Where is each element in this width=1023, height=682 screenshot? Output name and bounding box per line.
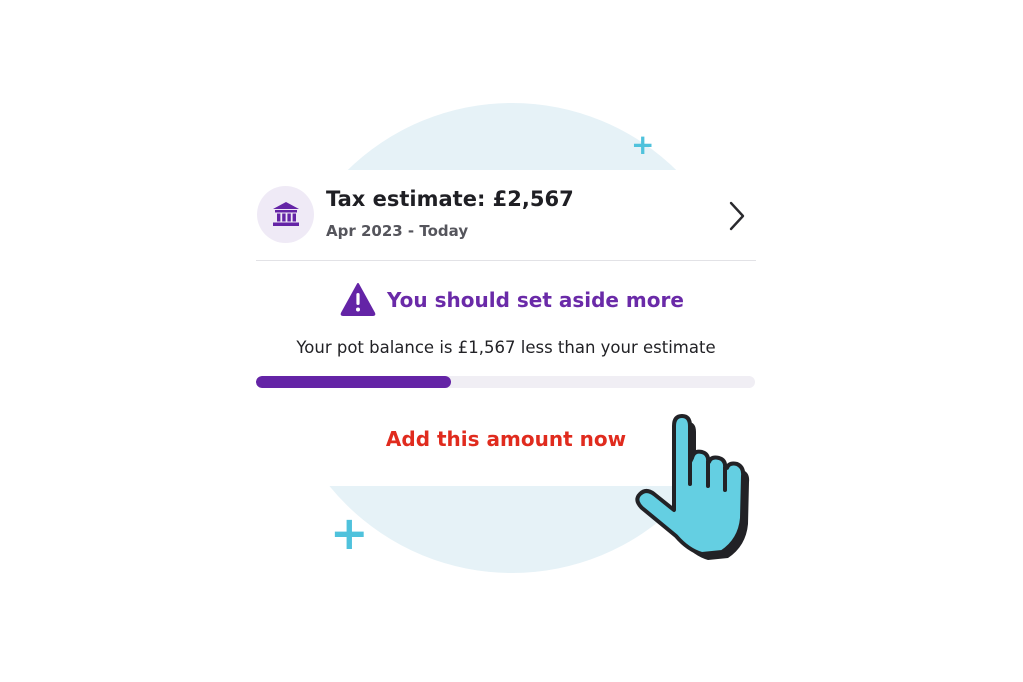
warning-message: You should set aside more — [387, 288, 684, 312]
tax-estimate-title: Tax estimate: £2,567 — [326, 187, 574, 211]
bank-icon — [257, 186, 314, 243]
warning-icon — [340, 283, 376, 316]
pot-progress-fill — [256, 376, 451, 388]
pot-balance-text: Your pot balance is £1,567 less than you… — [296, 338, 716, 357]
plus-icon: + — [631, 128, 655, 161]
hand-pointer-icon — [635, 414, 750, 560]
plus-icon: + — [330, 506, 369, 560]
illustration-canvas: + + Tax estimate: £2,567 Apr 2023 - Toda… — [0, 0, 1023, 682]
pot-progress-bar — [256, 376, 755, 388]
tax-estimate-row[interactable]: Tax estimate: £2,567 Apr 2023 - Today — [256, 170, 756, 261]
tax-period: Apr 2023 - Today — [326, 222, 469, 240]
set-aside-warning: You should set aside more — [256, 282, 756, 322]
chevron-right-icon[interactable] — [727, 200, 747, 232]
